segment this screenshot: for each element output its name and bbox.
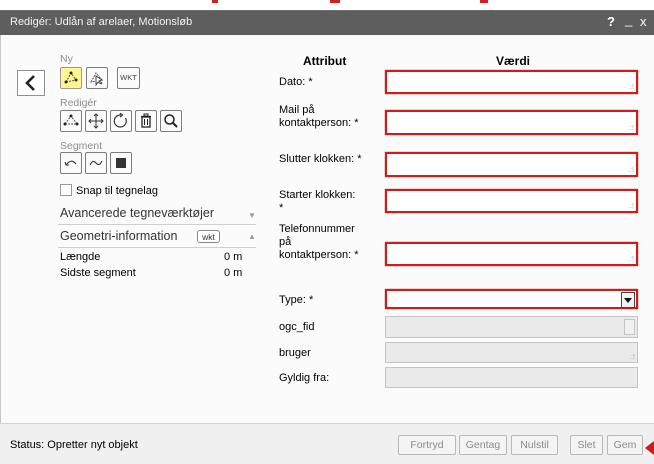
magnifier-icon <box>164 114 178 128</box>
last-segment-value: 0 m <box>224 267 243 279</box>
select-polygon-tool[interactable] <box>86 67 108 89</box>
chevron-left-icon <box>25 75 35 91</box>
undo-icon <box>64 160 77 166</box>
geometry-info-toggle[interactable]: Geometri-information <box>60 229 177 243</box>
cursor-polygon-icon <box>90 72 103 86</box>
stop-segment-tool[interactable] <box>110 152 132 174</box>
length-label: Længde <box>60 251 101 263</box>
resize-grip-icon: .:! <box>628 167 634 174</box>
edit-vertices-tool[interactable] <box>60 110 82 132</box>
edit-section-label: Redigér <box>60 97 97 109</box>
length-value: 0 m <box>224 251 243 263</box>
close-button[interactable]: x <box>640 14 647 30</box>
minimize-button[interactable]: _ <box>625 12 632 28</box>
polygon-icon <box>64 71 78 84</box>
rotate-tool[interactable] <box>110 110 132 132</box>
curve-icon <box>89 160 103 166</box>
resize-grip-icon: .:! <box>628 203 634 210</box>
snap-checkbox[interactable] <box>60 184 72 196</box>
save-button[interactable]: Gem <box>607 435 643 455</box>
resize-grip-icon: .:! <box>628 125 634 132</box>
last-segment-label: Sidste segment <box>60 267 136 279</box>
telefon-input[interactable]: .:! <box>385 242 638 266</box>
bruger-input: .:! <box>385 342 638 363</box>
delete-tool[interactable] <box>135 110 157 132</box>
stop-icon <box>116 158 126 168</box>
chevron-down-icon[interactable]: ▼ <box>248 211 256 220</box>
move-icon <box>88 113 104 129</box>
cancel-button[interactable]: Fortryd <box>398 435 456 455</box>
edit-vertices-icon <box>63 114 79 126</box>
undo-segment-tool[interactable] <box>60 152 82 174</box>
back-button[interactable] <box>17 70 45 96</box>
starter-input[interactable]: .:! <box>385 189 638 213</box>
chevron-down-icon <box>624 298 632 303</box>
field-label-bruger: bruger <box>279 347 311 359</box>
field-label-dato: Dato: * <box>279 76 313 88</box>
redo-button[interactable]: Gentag <box>459 435 507 455</box>
gyldig-fra-input <box>385 367 638 388</box>
field-label-type: Type: * <box>279 294 314 306</box>
trash-icon <box>141 113 151 128</box>
background-mark <box>330 0 340 3</box>
advanced-tools-toggle[interactable]: Avancerede tegneværktøjer <box>60 206 214 220</box>
type-select[interactable] <box>385 289 638 309</box>
dato-input[interactable]: .:! <box>385 70 638 94</box>
background-mark <box>212 0 218 3</box>
red-arrow-marker <box>645 441 654 455</box>
draw-polygon-tool[interactable] <box>60 67 82 89</box>
resize-grip-icon: .:! <box>628 256 634 263</box>
field-label-telefon: Telefonnummer på kontaktperson: * <box>279 223 359 261</box>
chevron-up-icon[interactable]: ▲ <box>248 232 256 241</box>
window-title: Redigér: Udlån af arelaer, Motionsløb <box>10 16 193 28</box>
delete-button[interactable]: Slet <box>570 435 603 455</box>
new-section-label: Ny <box>60 53 73 65</box>
divider <box>58 224 256 225</box>
background-mark <box>480 0 488 3</box>
ogc-fid-input <box>385 316 638 338</box>
mail-input[interactable]: .:! <box>385 110 638 135</box>
resize-grip-icon: .:! <box>628 84 634 91</box>
move-tool[interactable] <box>85 110 107 132</box>
attribute-header: Attribut <box>303 54 347 68</box>
field-label-slutter: Slutter klokken: * <box>279 153 362 165</box>
field-label-mail: Mail på kontaktperson: * <box>279 104 359 129</box>
divider <box>58 247 256 248</box>
status-text: Status: Opretter nyt objekt <box>10 439 138 451</box>
field-label-starter: Starter klokken: * <box>279 189 356 214</box>
segment-section-label: Segment <box>60 140 103 152</box>
wkt-tool[interactable]: WKT <box>117 67 140 89</box>
help-icon[interactable]: ? <box>607 14 615 30</box>
resize-grip-icon: .:! <box>629 354 635 361</box>
snap-label: Snap til tegnelag <box>76 185 158 197</box>
spinner-icon <box>624 319 635 335</box>
rotate-icon <box>113 113 127 128</box>
value-header: Værdi <box>496 54 531 68</box>
window-titlebar: Redigér: Udlån af arelaer, Motionsløb ? … <box>0 10 654 35</box>
redo-segment-tool[interactable] <box>85 152 107 174</box>
geometry-wkt-button[interactable]: wkt <box>197 230 220 243</box>
field-label-ogc-fid: ogc_fid <box>279 321 315 333</box>
slutter-input[interactable]: .:! <box>385 152 638 177</box>
dropdown-button[interactable] <box>621 292 635 308</box>
field-label-gyldig: Gyldig fra: <box>279 372 330 384</box>
zoom-tool[interactable] <box>160 110 182 132</box>
reset-button[interactable]: Nulstil <box>511 435 558 455</box>
